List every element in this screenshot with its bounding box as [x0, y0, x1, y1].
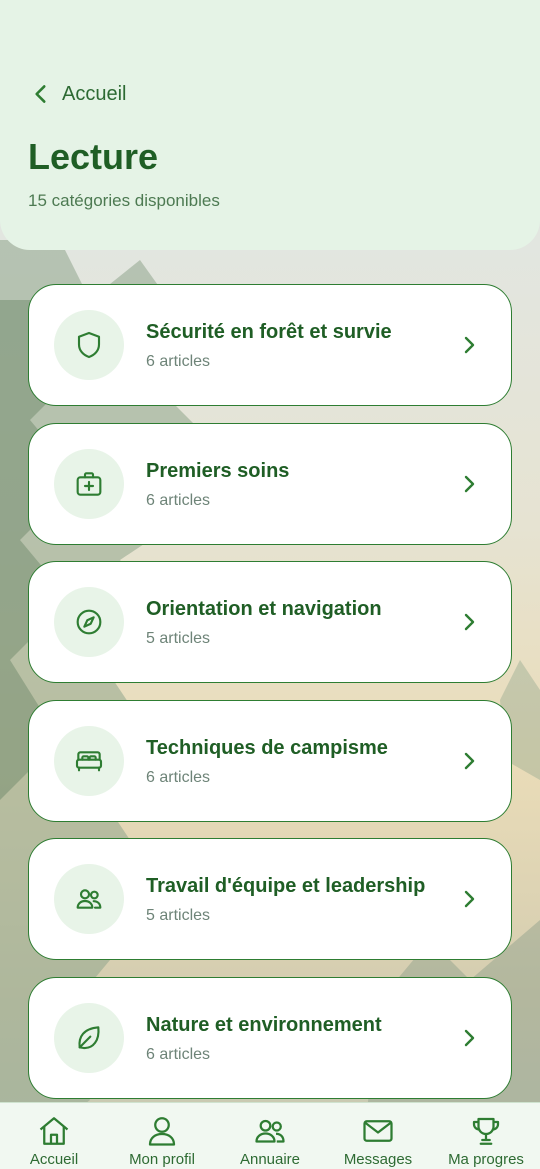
leaf-icon [78, 1025, 100, 1049]
category-title: Premiers soins [146, 459, 290, 482]
chevron-right-icon [464, 475, 475, 492]
chevron-right-icon [464, 752, 475, 769]
chevron-left-icon [35, 85, 46, 103]
users-icon [255, 1119, 285, 1143]
compass-icon [76, 609, 102, 635]
category-count: 5 articles [146, 907, 211, 924]
category-card[interactable]: Premiers soins 6 articles [28, 422, 512, 545]
category-title: Nature et environnement [146, 1013, 382, 1036]
category-card[interactable]: Travail d'équipe et leadership 5 article… [28, 838, 512, 960]
chevron-right-icon [464, 336, 475, 354]
users-icon [76, 889, 102, 909]
chevron-right-icon [464, 1029, 475, 1046]
category-card[interactable]: Techniques de campisme 6 articles [28, 699, 512, 822]
category-count: 6 articles [146, 353, 211, 370]
tab-label: Messages [343, 1151, 413, 1168]
chevron-right-icon [464, 890, 475, 908]
tab-label: Accueil [29, 1151, 79, 1168]
category-title: Sécurité en forêt et survie [146, 321, 392, 343]
mail-icon [363, 1120, 393, 1142]
trophy-icon [472, 1117, 500, 1145]
bed-icon [75, 750, 103, 771]
category-icon-circle [54, 864, 124, 934]
tab-annuaire[interactable]: Annuaire [216, 1103, 324, 1169]
back-label: Accueil [62, 82, 127, 105]
category-title: Orientation et navigation [146, 598, 382, 620]
category-card[interactable]: Sécurité en forêt et survie 6 articles [28, 284, 512, 406]
home-icon [39, 1117, 69, 1145]
first-aid-kit-icon [76, 471, 102, 496]
back-button[interactable]: Accueil [28, 80, 126, 108]
tab-label: Annuaire [239, 1151, 301, 1168]
category-icon-circle [54, 725, 124, 796]
tab-messages[interactable]: Messages [324, 1103, 432, 1169]
category-count: 6 articles [146, 1045, 211, 1063]
category-icon-circle [54, 448, 124, 519]
tab-mon-profil[interactable]: Mon profil [108, 1103, 216, 1169]
category-count: 5 articles [146, 630, 211, 647]
user-icon [148, 1117, 176, 1146]
category-title: Travail d'équipe et leadership [146, 875, 426, 897]
shield-icon [77, 331, 101, 359]
category-card[interactable]: Nature et environnement 6 articles [28, 976, 512, 1099]
category-card[interactable]: Orientation et navigation 5 articles [28, 561, 512, 683]
category-count: 6 articles [146, 768, 211, 786]
category-count: 6 articles [146, 491, 211, 509]
category-icon-circle [54, 587, 124, 657]
bottom-tab-bar: Accueil Mon profil Annuaire Messages Ma … [0, 1102, 540, 1169]
page-subtitle: 15 catégories disponibles [28, 191, 220, 210]
tab-label: Ma progres [448, 1151, 524, 1168]
category-list: Sécurité en forêt et survie 6 articles P… [28, 284, 512, 1115]
category-title: Techniques de campisme [146, 736, 388, 759]
category-icon-circle [54, 1002, 124, 1073]
category-icon-circle [54, 310, 124, 380]
chevron-right-icon [464, 613, 475, 631]
tab-ma-progression[interactable]: Ma progres [432, 1103, 540, 1169]
page-title: Lecture [28, 136, 159, 177]
page-header: Accueil Lecture 15 catégories disponible… [0, 0, 540, 250]
tab-accueil[interactable]: Accueil [0, 1103, 108, 1169]
tab-label: Mon profil [129, 1151, 195, 1168]
